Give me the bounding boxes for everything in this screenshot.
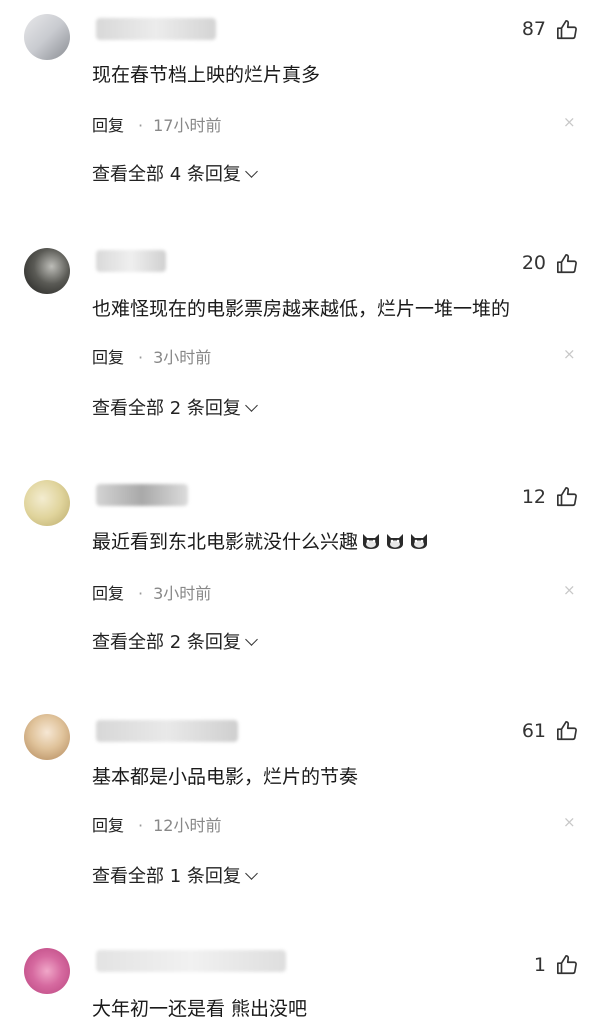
- thumbs-up-icon[interactable]: [556, 253, 578, 275]
- view-replies-button[interactable]: 查看全部 4 条回复: [92, 160, 258, 186]
- like-count: 20: [521, 252, 546, 274]
- comment-text: 基本都是小品电影，烂片的节奏: [92, 766, 359, 788]
- view-replies-label: 查看全部 4 条回复: [92, 164, 241, 185]
- avatar[interactable]: [24, 714, 70, 760]
- timestamp: 12小时前: [153, 816, 222, 835]
- avatar[interactable]: [24, 14, 70, 60]
- reply-button[interactable]: 回复: [92, 816, 124, 835]
- reply-button[interactable]: 回复: [92, 116, 124, 135]
- reply-button[interactable]: 回复: [92, 584, 124, 603]
- like-count: 61: [521, 720, 546, 742]
- reply-button[interactable]: 回复: [92, 348, 124, 367]
- thumbs-up-icon[interactable]: [556, 19, 578, 41]
- avatar[interactable]: [24, 248, 70, 294]
- view-replies-button[interactable]: 查看全部 2 条回复: [92, 628, 258, 654]
- close-icon[interactable]: ×: [563, 813, 576, 831]
- timestamp: 3小时前: [153, 348, 212, 367]
- like-count: 12: [521, 486, 546, 508]
- like-count: 87: [521, 18, 546, 40]
- timestamp: 17小时前: [153, 116, 222, 135]
- comment-text: 大年初一还是看 熊出没吧: [92, 998, 308, 1020]
- view-replies-button[interactable]: 查看全部 2 条回复: [92, 394, 258, 420]
- close-icon[interactable]: ×: [563, 345, 576, 363]
- avatar[interactable]: [24, 480, 70, 526]
- like-count: 1: [533, 954, 546, 976]
- username[interactable]: [96, 250, 166, 272]
- comment-meta: 回复 · 3小时前: [92, 344, 211, 368]
- thumbs-up-icon[interactable]: [556, 486, 578, 508]
- view-replies-label: 查看全部 2 条回复: [92, 632, 241, 653]
- thumbs-up-icon[interactable]: [556, 720, 578, 742]
- view-replies-button[interactable]: 查看全部 1 条回复: [92, 862, 258, 888]
- close-icon[interactable]: ×: [563, 581, 576, 599]
- close-icon[interactable]: ×: [563, 113, 576, 131]
- separator-dot: ·: [138, 584, 144, 603]
- username[interactable]: [96, 484, 188, 506]
- comment-text: 最近看到东北电影就没什么兴趣: [92, 527, 430, 554]
- timestamp: 3小时前: [153, 584, 212, 603]
- avatar[interactable]: [24, 948, 70, 994]
- username[interactable]: [96, 950, 286, 972]
- cat-face-emoji-icon: [387, 534, 404, 549]
- chevron-down-icon: [245, 867, 258, 880]
- chevron-down-icon: [245, 399, 258, 412]
- username[interactable]: [96, 18, 216, 40]
- comment-text: 也难怪现在的电影票房越来越低，烂片一堆一堆的: [92, 298, 511, 320]
- comment-text: 现在春节档上映的烂片真多: [92, 64, 321, 86]
- view-replies-label: 查看全部 1 条回复: [92, 866, 241, 887]
- cat-face-emoji-icon: [363, 534, 380, 549]
- separator-dot: ·: [138, 116, 144, 135]
- view-replies-label: 查看全部 2 条回复: [92, 398, 241, 419]
- comment-text-body: 最近看到东北电影就没什么兴趣: [92, 531, 359, 553]
- comment-meta: 回复 · 17小时前: [92, 112, 221, 136]
- chevron-down-icon: [245, 165, 258, 178]
- username[interactable]: [96, 720, 238, 742]
- chevron-down-icon: [245, 633, 258, 646]
- comment-meta: 回复 · 12小时前: [92, 812, 221, 836]
- separator-dot: ·: [138, 348, 144, 367]
- thumbs-up-icon[interactable]: [556, 954, 578, 976]
- separator-dot: ·: [138, 816, 144, 835]
- cat-face-emoji-icon: [411, 534, 428, 549]
- comment-meta: 回复 · 3小时前: [92, 580, 211, 604]
